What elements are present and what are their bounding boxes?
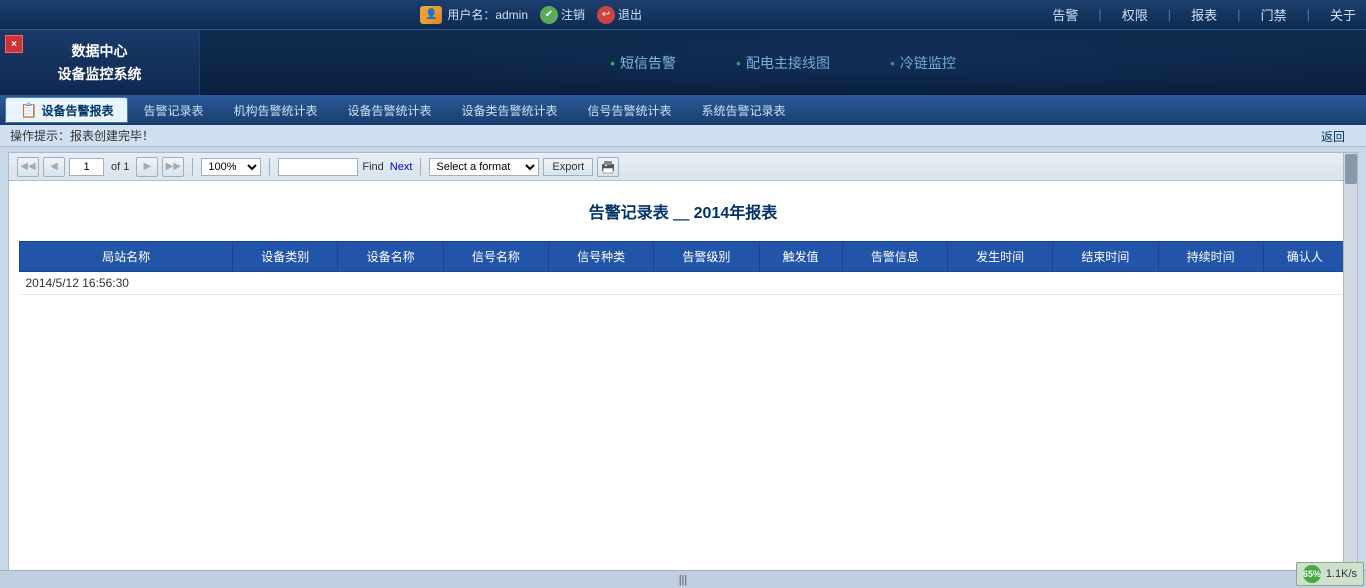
cell-device-name	[338, 272, 443, 295]
next-page-btn[interactable]: ▶	[136, 157, 158, 177]
tab-icon-device-alarm: 📋	[20, 102, 37, 119]
print-icon	[600, 160, 616, 174]
app-header: × 数据中心 设备监控系统 短信告警 配电主接线图 冷链监控	[0, 30, 1366, 95]
status-bar: |||	[0, 570, 1366, 588]
notice-bar: 操作提示：报表创建完毕！ 返回	[0, 125, 1366, 147]
logout-icon: ↩	[597, 6, 615, 24]
tab-device-alarm[interactable]: 📋 设备告警报表	[5, 97, 128, 123]
nav-alarm[interactable]: 告警	[1052, 5, 1078, 24]
cell-alarm-info	[842, 272, 947, 295]
col-header-confirm: 确认人	[1263, 242, 1346, 272]
page-number-input[interactable]	[69, 158, 104, 176]
nav-about[interactable]: 关于	[1330, 5, 1356, 24]
report-content: 告警记录表 ＿ 2014年报表 局站名称 设备类别 设备名称 信号名称 信号种类…	[9, 181, 1357, 581]
col-header-duration: 持续时间	[1158, 242, 1263, 272]
tabs-bar: 📋 设备告警报表 告警记录表 机构告警统计表 设备告警统计表 设备类告警统计表 …	[0, 95, 1366, 125]
network-speed: 1.1K/s	[1326, 568, 1357, 580]
table-row: 2014/5/12 16:56:30	[20, 272, 1347, 295]
toolbar-sep2	[269, 158, 270, 176]
app-title-line2: 设备监控系统	[58, 63, 142, 85]
col-header-alarm-info: 告警信息	[842, 242, 947, 272]
cell-alarm-level	[654, 272, 759, 295]
app-logo-text: 数据中心 设备监控系统	[58, 40, 142, 85]
content-area: 操作提示：报表创建完毕！ 返回 ◀◀ ◀ of 1 ▶ ▶▶ 100% 75% …	[0, 125, 1366, 588]
nav-door[interactable]: 门禁	[1261, 5, 1287, 24]
cell-signal-name	[443, 272, 548, 295]
col-header-start-time: 发生时间	[947, 242, 1052, 272]
col-header-signal-type: 信号种类	[549, 242, 654, 272]
notice-text: 操作提示：报表创建完毕！	[10, 127, 154, 144]
cell-trigger	[759, 272, 842, 295]
next-find-btn[interactable]: Next	[390, 161, 413, 173]
find-label: Find	[362, 161, 383, 173]
tab-device-stat[interactable]: 设备告警统计表	[332, 97, 446, 123]
zoom-select[interactable]: 100% 75% 50% 150% 200%	[201, 158, 261, 176]
col-header-signal-name: 信号名称	[443, 242, 548, 272]
nav-item-power[interactable]: 配电主接线图	[736, 53, 830, 73]
right-scrollbar[interactable]	[1343, 153, 1357, 582]
network-percent: 65%	[1303, 565, 1321, 583]
tab-alarm-log[interactable]: 告警记录表	[128, 97, 218, 123]
nav-menu: 短信告警 配电主接线图 冷链监控	[200, 53, 1366, 73]
report-table-body: 2014/5/12 16:56:30	[20, 272, 1347, 295]
cell-duration	[1158, 272, 1263, 295]
report-viewer: ◀◀ ◀ of 1 ▶ ▶▶ 100% 75% 50% 150% 200% Fi…	[8, 152, 1358, 583]
col-header-end-time: 结束时间	[1053, 242, 1158, 272]
nav-item-cold[interactable]: 冷链监控	[890, 53, 956, 73]
cell-start-time	[947, 272, 1052, 295]
last-page-btn[interactable]: ▶▶	[162, 157, 184, 177]
report-table: 局站名称 设备类别 设备名称 信号名称 信号种类 告警级别 触发值 告警信息 发…	[19, 241, 1347, 295]
table-header-row: 局站名称 设备类别 设备名称 信号名称 信号种类 告警级别 触发值 告警信息 发…	[20, 242, 1347, 272]
toolbar-sep3	[420, 158, 421, 176]
first-page-btn[interactable]: ◀◀	[17, 157, 39, 177]
format-select[interactable]: Select a format Excel PDF Word CSV	[429, 158, 539, 176]
cell-end-time	[1053, 272, 1158, 295]
logout-btn[interactable]: ↩ 退出	[597, 6, 642, 24]
toolbar-sep1	[192, 158, 193, 176]
col-header-device-type: 设备类别	[233, 242, 338, 272]
tab-signal-stat[interactable]: 信号告警统计表	[573, 97, 687, 123]
status-text: |||	[679, 574, 688, 586]
return-btn[interactable]: 返回	[1315, 125, 1351, 148]
col-header-station: 局站名称	[20, 242, 233, 272]
top-bar: 👤 用户名：admin ✔ 注销 ↩ 退出 告警 | 权限 | 报表 | 门禁 …	[0, 0, 1366, 30]
scrollbar-thumb	[1345, 154, 1357, 184]
tab-org-alarm[interactable]: 机构告警统计表	[218, 97, 332, 123]
cell-confirm	[1263, 272, 1346, 295]
app-logo: × 数据中心 设备监控系统	[0, 30, 200, 95]
export-btn[interactable]: Export	[543, 158, 593, 176]
tab-device-type[interactable]: 设备类告警统计表	[447, 97, 573, 123]
nav-report[interactable]: 报表	[1191, 5, 1217, 24]
cell-device-type	[233, 272, 338, 295]
top-nav: 告警 | 权限 | 报表 | 门禁 | 关于	[1052, 5, 1356, 24]
find-input[interactable]	[278, 158, 358, 176]
col-header-trigger: 触发值	[759, 242, 842, 272]
register-icon: ✔	[540, 6, 558, 24]
col-header-device-name: 设备名称	[338, 242, 443, 272]
register-btn[interactable]: ✔ 注销	[540, 6, 585, 24]
page-of-label: of 1	[108, 161, 132, 173]
close-btn[interactable]: ×	[5, 35, 23, 53]
print-btn[interactable]	[597, 157, 619, 177]
app-title-line1: 数据中心	[58, 40, 142, 62]
tab-sys-log[interactable]: 系统告警记录表	[687, 97, 801, 123]
prev-page-btn[interactable]: ◀	[43, 157, 65, 177]
user-label: 用户名：admin	[447, 6, 528, 23]
user-info: 👤 用户名：admin	[420, 6, 528, 24]
cell-station: 2014/5/12 16:56:30	[20, 272, 233, 295]
nav-authority[interactable]: 权限	[1122, 5, 1148, 24]
report-title: 告警记录表 ＿ 2014年报表	[19, 191, 1347, 231]
cell-signal-type	[549, 272, 654, 295]
col-header-alarm-level: 告警级别	[654, 242, 759, 272]
network-indicator: 65% 1.1K/s	[1296, 562, 1364, 586]
nav-item-sms[interactable]: 短信告警	[610, 53, 676, 73]
report-toolbar: ◀◀ ◀ of 1 ▶ ▶▶ 100% 75% 50% 150% 200% Fi…	[9, 153, 1357, 181]
user-icon: 👤	[420, 6, 442, 24]
